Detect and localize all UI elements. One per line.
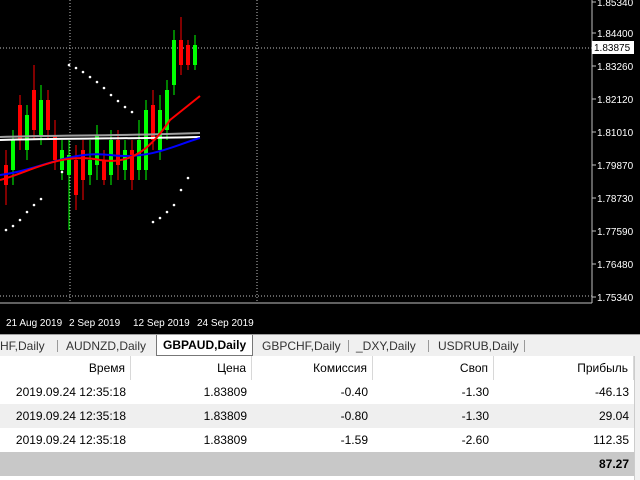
cell-profit: -46.13 [594, 385, 629, 399]
sar-dot [95, 80, 99, 84]
table-row[interactable]: 2019.09.24 12:35:18 1.83809 -0.80 -1.30 … [0, 404, 640, 428]
cell-profit: 29.04 [598, 409, 629, 423]
tab-dxy-daily[interactable]: _DXY,Daily [356, 337, 416, 355]
candle-body [102, 160, 106, 180]
sar-dot [102, 86, 106, 90]
tab-separator [57, 340, 58, 352]
candle-body [186, 45, 190, 65]
candle-body [109, 140, 113, 175]
candle-body [158, 110, 162, 150]
trade-table: Время Цена Комиссия Своп Прибыль 2019.09… [0, 356, 640, 480]
cell-commission: -1.59 [340, 433, 368, 447]
sar-dot [18, 218, 22, 222]
cell-time: 2019.09.24 12:35:18 [15, 385, 126, 399]
price-tick-label: 1.84400 [597, 29, 634, 40]
current-price-label: 1.83875 [594, 43, 631, 54]
sar-dot [74, 66, 78, 70]
candle-body [179, 40, 183, 65]
date-label-4: 24 Sep 2019 [197, 318, 254, 329]
price-tick-label: 1.78730 [597, 194, 634, 205]
tab-hf-daily[interactable]: HF,Daily [0, 337, 45, 355]
cell-swap: -2.60 [461, 433, 489, 447]
sar-dot [4, 228, 8, 232]
tab-separator [428, 340, 429, 352]
table-header-row: Время Цена Комиссия Своп Прибыль [0, 356, 640, 380]
candle-body [11, 140, 15, 170]
date-label-3: 12 Sep 2019 [133, 318, 190, 329]
candle-body [39, 100, 43, 135]
cell-commission: -0.80 [340, 409, 368, 423]
sar-dot [179, 188, 183, 192]
date-label-1: 21 Aug 2019 [6, 318, 63, 329]
sar-dot [151, 220, 155, 224]
cell-price: 1.83809 [203, 385, 247, 399]
sar-dot [158, 216, 162, 220]
candle-body [144, 110, 148, 170]
cell-swap: -1.30 [461, 385, 489, 399]
table-row[interactable]: 2019.09.24 12:35:18 1.83809 -0.40 -1.30 … [0, 380, 640, 404]
sar-dot [123, 105, 127, 109]
price-tick-label: 1.83260 [597, 62, 634, 73]
col-header-time[interactable]: Время [0, 356, 131, 380]
price-tick-label: 1.85340 [597, 0, 634, 9]
candle-body [130, 150, 134, 180]
price-tick-label: 1.81010 [597, 128, 634, 139]
tab-separator [524, 340, 525, 352]
sar-dot [172, 203, 176, 207]
col-header-price[interactable]: Цена [131, 356, 252, 380]
sar-dot [81, 70, 85, 74]
table-scrollbar[interactable] [634, 356, 640, 480]
price-chart[interactable]: 1.85340 1.84400 1.83260 1.82120 1.81010 1.798… [0, 0, 640, 334]
candle-body [172, 40, 176, 85]
col-header-commission[interactable]: Комиссия [252, 356, 373, 380]
sar-dot [88, 75, 92, 79]
tab-audnzd-daily[interactable]: AUDNZD,Daily [66, 337, 146, 355]
cell-price: 1.83809 [203, 409, 247, 423]
date-label-2: 2 Sep 2019 [69, 318, 121, 329]
candle-body [193, 45, 197, 65]
sar-dot [25, 210, 29, 214]
chart-tabs-bar: HF,Daily AUDNZD,Daily GBPAUD,Daily GBPCH… [0, 334, 640, 356]
cell-commission: -0.40 [340, 385, 368, 399]
sar-dot [130, 110, 134, 114]
price-tick-label: 1.82120 [597, 95, 634, 106]
table-row[interactable]: 2019.09.24 12:35:18 1.83809 -1.59 -2.60 … [0, 428, 640, 452]
sar-dot [11, 224, 15, 228]
tab-gbpaud-daily[interactable]: GBPAUD,Daily [156, 335, 254, 356]
sar-dot [67, 63, 71, 67]
col-header-swap[interactable]: Своп [373, 356, 494, 380]
candle-body [88, 160, 92, 175]
price-tick-label: 1.79870 [597, 161, 634, 172]
candle-body [25, 115, 29, 150]
chart-background [0, 0, 640, 334]
sar-dot [116, 99, 120, 103]
cell-time: 2019.09.24 12:35:18 [15, 433, 126, 447]
sar-dot [109, 93, 113, 97]
total-profit: 87.27 [598, 457, 629, 471]
sar-dot [165, 210, 169, 214]
candle-body [74, 160, 78, 195]
sar-dot [60, 170, 64, 174]
sar-dot [32, 203, 36, 207]
candle-body [32, 90, 36, 130]
candle-body [18, 105, 22, 140]
price-tick-label: 1.76480 [597, 260, 634, 271]
cell-time: 2019.09.24 12:35:18 [15, 409, 126, 423]
cell-swap: -1.30 [461, 409, 489, 423]
table-total-row: 87.27 [0, 452, 640, 476]
candle-body [46, 100, 50, 130]
col-header-profit[interactable]: Прибыль [494, 356, 634, 380]
tab-separator [348, 340, 349, 352]
cell-price: 1.83809 [203, 433, 247, 447]
cell-profit: 112.35 [593, 433, 629, 447]
sar-dot [186, 176, 190, 180]
price-tick-label: 1.75340 [597, 293, 634, 304]
tab-usdrub-daily[interactable]: USDRUB,Daily [438, 337, 519, 355]
tab-gbpchf-daily[interactable]: GBPCHF,Daily [262, 337, 341, 355]
sar-dot [39, 197, 43, 201]
price-tick-label: 1.77590 [597, 227, 634, 238]
